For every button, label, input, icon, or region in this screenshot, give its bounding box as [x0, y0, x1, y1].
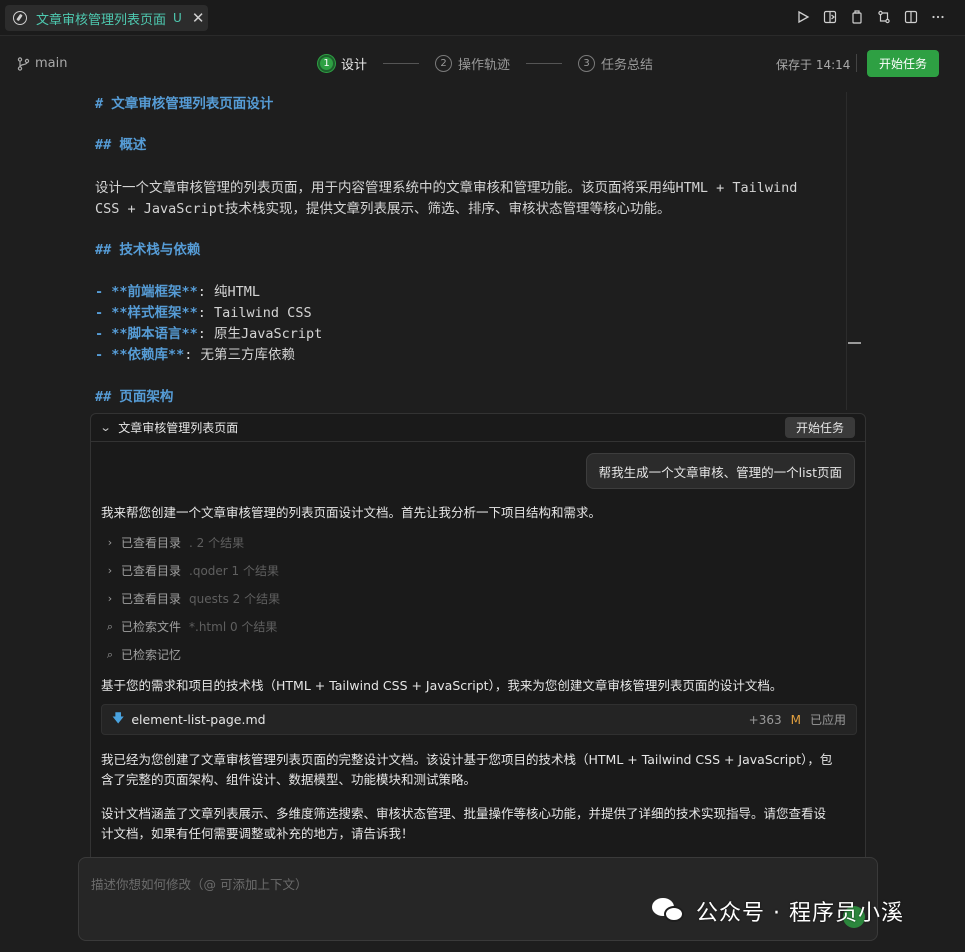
tool-call-item[interactable]: › 已查看目录 . 2 个结果 [103, 534, 244, 551]
step-indicator: 1 设计 2 操作轨迹 3 任务总结 [318, 54, 653, 73]
assistant-summary-line: 含了完整的页面架构、组件设计、数据模型、功能模块和测试策略。 [101, 772, 477, 787]
tab-title: 文章审核管理列表页面 [36, 12, 167, 28]
editor-scrollbar[interactable] [846, 92, 847, 410]
quest-toolbar: main 1 设计 2 操作轨迹 3 任务总结 保存于 14:14 开始任务 [0, 36, 965, 92]
tool-label: 已检索记忆 [121, 648, 182, 662]
list-value: : Tailwind CSS [197, 305, 312, 321]
list-value: : 纯HTML [197, 284, 261, 300]
step-number: 2 [435, 55, 453, 72]
git-branch-icon [17, 56, 30, 71]
step-number: 3 [578, 55, 596, 72]
step-label: 设计 [341, 58, 368, 73]
tool-detail: .qoder 1 个结果 [189, 564, 279, 578]
branch-name: main [35, 56, 68, 71]
editor-tab[interactable]: 文章审核管理列表页面 U ✕ [5, 5, 208, 31]
doc-heading-arch: ## 页面架构 [95, 389, 174, 405]
doc-list-item: - **脚本语言**: 原生JavaScript [95, 322, 322, 342]
doc-list-item: - **前端框架**: 纯HTML [95, 280, 260, 300]
split-editor-icon[interactable] [904, 9, 918, 25]
doc-heading-overview: ## 概述 [95, 137, 147, 153]
tool-call-item[interactable]: › 已查看目录 quests 2 个结果 [103, 590, 280, 607]
doc-heading-1: # 文章审核管理列表页面设计 [95, 96, 274, 112]
doc-list-item: - **依赖库**: 无第三方库依赖 [95, 343, 295, 363]
tool-detail: quests 2 个结果 [189, 592, 281, 606]
tab-bar: 文章审核管理列表页面 U ✕ [0, 0, 965, 36]
tool-call-item[interactable]: ⌕ 已检索记忆 [103, 646, 189, 663]
branch-indicator[interactable]: main [17, 56, 67, 71]
quest-chat-panel: ⌄ 文章审核管理列表页面 开始任务 帮我生成一个文章审核、管理的一个list页面… [90, 413, 866, 863]
tool-label: 已查看目录 [121, 564, 182, 578]
watermark: 公众号 · 程序员小溪 [652, 895, 904, 927]
step-label: 任务总结 [601, 58, 654, 73]
tool-call-item[interactable]: › 已查看目录 .qoder 1 个结果 [103, 562, 279, 579]
tool-detail: *.html 0 个结果 [189, 620, 278, 634]
list-key: - **依赖库** [95, 347, 185, 363]
open-preview-icon[interactable] [823, 9, 837, 25]
doc-paragraph-line: 设计一个文章审核管理的列表页面，用于内容管理系统中的文章审核和管理功能。该页面将… [95, 180, 798, 196]
untracked-badge: U [173, 11, 182, 25]
compass-icon [13, 11, 27, 25]
editor-actions [796, 9, 945, 25]
panel-header: ⌄ 文章审核管理列表页面 开始任务 [91, 414, 865, 442]
assistant-summary-line: 设计文档涵盖了文章列表展示、多维度筛选搜索、审核状态管理、批量操作等核心功能，并… [101, 806, 827, 821]
wechat-icon [652, 898, 686, 924]
file-change-card[interactable]: 🡇 element-list-page.md +363 M 已应用 [101, 704, 857, 735]
list-value: : 无第三方库依赖 [184, 347, 296, 363]
step-design[interactable]: 1 设计 [318, 54, 367, 73]
watermark-text: 公众号 · 程序员小溪 [696, 901, 904, 926]
markdown-file-icon: 🡇 [112, 711, 125, 725]
assistant-intro: 我来帮您创建一个文章审核管理的列表页面设计文档。首先让我分析一下项目结构和需求。 [101, 505, 602, 520]
chevron-down-icon[interactable]: ⌄ [100, 421, 112, 434]
assistant-summary-line: 计文档，如果有任何需要调整或补充的地方，请告诉我！ [101, 826, 414, 841]
doc-list-item: - **样式框架**: Tailwind CSS [95, 301, 312, 321]
assistant-summary-line: 我已经为您创建了文章审核管理列表页面的完整设计文档。该设计基于您项目的技术栈（H… [101, 752, 833, 767]
file-status-letter: M [790, 712, 801, 727]
search-icon: ⌕ [106, 619, 114, 633]
file-name: element-list-page.md [131, 712, 266, 727]
markdown-editor[interactable]: # 文章审核管理列表页面设计 ## 概述 设计一个文章审核管理的列表页面，用于内… [0, 92, 965, 412]
copy-icon[interactable] [850, 9, 864, 25]
tool-detail: . 2 个结果 [189, 536, 245, 550]
file-status: 已应用 [809, 713, 846, 727]
panel-start-task-button[interactable]: 开始任务 [784, 417, 855, 438]
close-icon[interactable]: ✕ [192, 10, 205, 26]
list-value: : 原生JavaScript [197, 326, 323, 342]
start-task-button[interactable]: 开始任务 [867, 50, 939, 77]
step-connector [383, 63, 420, 64]
divider [856, 54, 857, 72]
chevron-right-icon: › [107, 536, 113, 549]
search-icon: ⌕ [106, 647, 114, 661]
compare-changes-icon[interactable] [877, 9, 891, 25]
step-number: 1 [318, 55, 335, 72]
list-key: - **脚本语言** [95, 326, 198, 342]
tool-label: 已查看目录 [121, 592, 182, 606]
list-key: - **前端框架** [95, 284, 198, 300]
save-status: 保存于 14:14 [776, 58, 851, 72]
panel-title: 文章审核管理列表页面 [118, 421, 239, 435]
assistant-basis: 基于您的需求和项目的技术栈（HTML + Tailwind CSS + Java… [101, 678, 783, 693]
chevron-right-icon: › [107, 564, 113, 577]
doc-paragraph-line: CSS + JavaScript技术栈实现，提供文章列表展示、筛选、排序、审核状… [95, 201, 671, 217]
tool-label: 已查看目录 [121, 536, 182, 550]
tool-label: 已检索文件 [121, 620, 182, 634]
user-message: 帮我生成一个文章审核、管理的一个list页面 [585, 453, 855, 489]
file-change-meta: +363 M 已应用 [749, 711, 846, 728]
step-connector [526, 63, 563, 64]
run-icon[interactable] [796, 9, 810, 25]
step-label: 操作轨迹 [458, 58, 511, 73]
more-icon[interactable] [931, 9, 945, 25]
doc-heading-stack: ## 技术栈与依赖 [95, 242, 201, 258]
file-additions: +363 [748, 712, 782, 727]
list-key: - **样式框架** [95, 305, 198, 321]
tool-call-item[interactable]: ⌕ 已检索文件 *.html 0 个结果 [103, 618, 278, 635]
step-trace[interactable]: 2 操作轨迹 [435, 54, 510, 73]
step-summary[interactable]: 3 任务总结 [578, 54, 653, 73]
scroll-position-marker [848, 342, 861, 344]
chevron-right-icon: › [107, 592, 113, 605]
